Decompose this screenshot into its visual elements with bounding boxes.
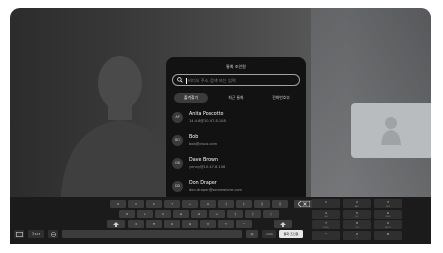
- call-dialog: 통화 조인원 비디오 주소 검색 또는 입력 즐겨찾기 최근 통화 전화번호부 …: [166, 57, 306, 203]
- language-key[interactable]: 가123: [28, 230, 44, 238]
- key-row3-4[interactable]: ㅍ: [182, 220, 198, 228]
- contact-address: 14.4.8@10.47.8.108: [189, 119, 226, 123]
- contact-name: Dave Brown: [189, 158, 219, 163]
- search-icon: [177, 77, 183, 83]
- shift-key-right[interactable]: [274, 220, 292, 228]
- numpad-key-1[interactable]: 1: [312, 199, 340, 208]
- contact-item[interactable]: DB Dave Brown yenny@10.47.8.108: [172, 155, 300, 173]
- avatar: AP: [172, 112, 183, 123]
- key-row3-2[interactable]: ㅌ: [146, 220, 162, 228]
- search-placeholder: 비디오 주소 검색 또는 입력: [188, 78, 236, 83]
- on-screen-keyboard: ㅂㅈㄷㄱㅅㅛㅕㅑㅐㅔㅁㄴㅇㄹㅎㅗㅓㅏㅣㅋㅌㅊㅍㅠㅜㅡ 가123 @ .com 통화 조인…: [10, 197, 431, 244]
- contact-address: don.draper@somewhere.com: [189, 188, 243, 192]
- key-3[interactable]: ㄷ: [146, 200, 162, 208]
- numpad-key-8[interactable]: 8 TUV: [343, 220, 371, 229]
- tab-recents[interactable]: 최근 통화: [219, 93, 253, 103]
- key-row2-5[interactable]: ㅎ: [191, 210, 207, 218]
- keyboard-hide-key[interactable]: [14, 230, 24, 238]
- avatar: DD: [172, 181, 183, 192]
- key-row3-6[interactable]: ㅜ: [218, 220, 234, 228]
- key-8[interactable]: ㅑ: [236, 200, 252, 208]
- at-key[interactable]: @: [246, 230, 258, 238]
- numpad-key-*[interactable]: *: [312, 230, 340, 240]
- contact-name: Don Draper: [189, 181, 217, 186]
- globe-icon: [50, 231, 56, 237]
- key-row2-1[interactable]: ㅁ: [119, 210, 135, 218]
- key-row2-3[interactable]: ㅇ: [155, 210, 171, 218]
- key-row3-5[interactable]: ㅠ: [200, 220, 216, 228]
- key-row3-3[interactable]: ㅊ: [164, 220, 180, 228]
- avatar: BO: [172, 135, 183, 146]
- avatar: DB: [172, 158, 183, 169]
- tab-favorites[interactable]: 즐겨찾기: [174, 93, 208, 103]
- contact-address: bob@cisco.com: [189, 142, 218, 146]
- shift-icon: [113, 221, 119, 227]
- space-key[interactable]: [62, 230, 242, 238]
- key-7[interactable]: ㅕ: [218, 200, 234, 208]
- key-row2-6[interactable]: ㅗ: [209, 210, 225, 218]
- numpad-key-9[interactable]: 9 WXYZ: [374, 220, 402, 229]
- backspace-icon: [297, 200, 311, 208]
- key-row2-7[interactable]: ㅓ: [227, 210, 243, 218]
- dialog-title: 통화 조인원: [226, 64, 246, 69]
- key-9[interactable]: ㅐ: [254, 200, 270, 208]
- globe-key[interactable]: [48, 230, 58, 238]
- numpad-key-7[interactable]: 7 PQRS: [312, 220, 340, 229]
- key-4[interactable]: ㄱ: [164, 200, 180, 208]
- numpad-key-#[interactable]: #: [374, 230, 402, 240]
- tab-directory[interactable]: 전화번호부: [264, 93, 298, 103]
- contact-name: Bob: [189, 135, 199, 140]
- numpad-key-5[interactable]: 5 JKL: [343, 209, 371, 219]
- key-6[interactable]: ㅛ: [200, 200, 216, 208]
- numpad-key-6[interactable]: 6 MNO: [374, 209, 402, 219]
- call-key[interactable]: 통화 조인원: [279, 230, 303, 238]
- self-view[interactable]: [351, 103, 431, 158]
- key-10[interactable]: ㅔ: [272, 200, 288, 208]
- key-row2-2[interactable]: ㄴ: [137, 210, 153, 218]
- search-input[interactable]: 비디오 주소 검색 또는 입력: [172, 74, 300, 86]
- dot-com-key[interactable]: .com: [262, 230, 276, 238]
- key-5[interactable]: ㅅ: [182, 200, 198, 208]
- numpad-key-4[interactable]: 4 GHI: [312, 209, 340, 219]
- person-icon: [381, 117, 401, 145]
- key-row3-7[interactable]: ㅡ: [236, 220, 252, 228]
- backspace-key[interactable]: [294, 200, 314, 208]
- key-row3-1[interactable]: ㅋ: [128, 220, 144, 228]
- key-1[interactable]: ㅂ: [110, 200, 126, 208]
- key-2[interactable]: ㅈ: [128, 200, 144, 208]
- shift-key[interactable]: [107, 220, 125, 228]
- tab-bar: 즐겨찾기 최근 통화 전화번호부: [172, 93, 300, 103]
- contact-name: Anita Poscotto: [189, 112, 224, 117]
- key-row2-9[interactable]: ㅣ: [263, 210, 279, 218]
- key-row2-4[interactable]: ㄹ: [173, 210, 189, 218]
- contact-item[interactable]: AP Anita Poscotto 14.4.8@10.47.8.108: [172, 109, 300, 127]
- text-cursor: [186, 77, 187, 84]
- contact-item[interactable]: DD Don Draper don.draper@somewhere.com: [172, 178, 300, 196]
- keyboard-icon: [15, 231, 23, 237]
- contact-address: yenny@10.47.8.108: [189, 165, 226, 169]
- numpad-key-3[interactable]: 3 DEF: [374, 199, 402, 208]
- numpad-key-0[interactable]: 0 +: [343, 230, 371, 240]
- contact-item[interactable]: BO Bob bob@cisco.com: [172, 132, 300, 150]
- numpad-key-2[interactable]: 2 ABC: [343, 199, 371, 208]
- key-row2-8[interactable]: ㅏ: [245, 210, 261, 218]
- shift-icon: [280, 221, 286, 227]
